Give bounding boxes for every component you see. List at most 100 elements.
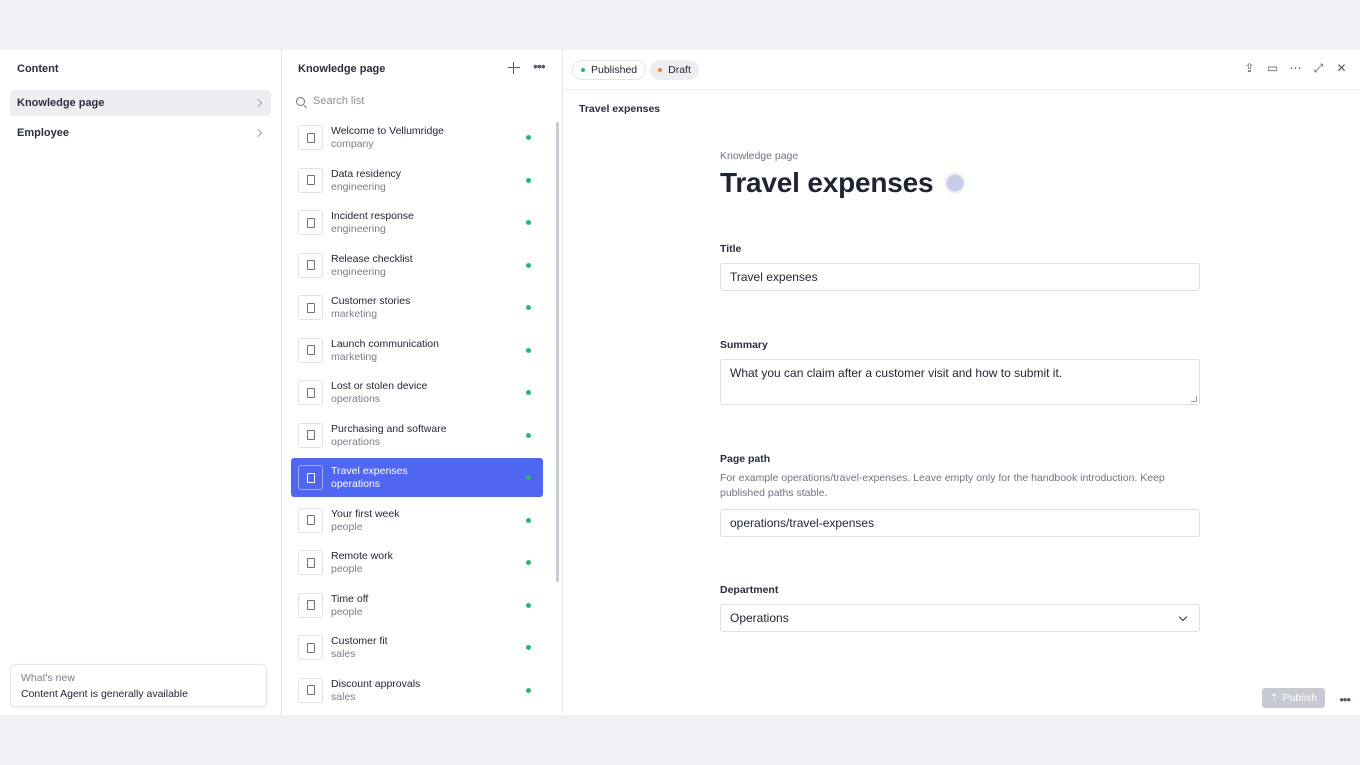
draft-tab[interactable]: Draft xyxy=(650,59,699,80)
document-icon xyxy=(298,465,323,490)
document-icon xyxy=(298,337,323,363)
more-options-icon[interactable]: ⋯ xyxy=(1289,62,1302,75)
app-window: Content Knowledge page Employee What's n… xyxy=(0,50,1360,715)
path-field-group: Page path For example operations/travel-… xyxy=(720,453,1200,537)
resize-handle-icon[interactable] xyxy=(1191,396,1197,402)
close-icon[interactable]: ✕ xyxy=(1335,62,1348,75)
list-item[interactable]: Customer stories marketing xyxy=(291,288,543,327)
draft-label: Draft xyxy=(668,63,691,76)
list-item-department: marketing xyxy=(331,308,378,320)
document-icon xyxy=(298,125,323,150)
add-icon[interactable] xyxy=(507,61,521,75)
page-path-label: Page path xyxy=(720,453,771,465)
list-item[interactable]: Customer fit sales xyxy=(291,628,543,667)
share-icon[interactable]: ⇪ xyxy=(1243,62,1256,75)
search-input[interactable]: Search list xyxy=(313,95,364,107)
published-status-dot xyxy=(526,347,531,353)
nav-title: Content xyxy=(17,63,59,75)
whats-new-text: Content Agent is generally available xyxy=(21,688,188,700)
list-item[interactable]: Discount approvals sales xyxy=(291,671,543,710)
publish-button[interactable]: ⇡ Publish xyxy=(1262,688,1325,708)
summary-field-group: Summary What you can claim after a custo… xyxy=(720,339,1200,405)
published-status-dot xyxy=(526,602,531,608)
presence-cursor-icon xyxy=(947,175,964,191)
list-item-department: engineering xyxy=(331,180,386,193)
publish-arrow-icon: ⇡ xyxy=(1269,692,1279,704)
title-field-group: Title Travel expenses xyxy=(720,243,1200,291)
comment-icon[interactable]: ▭ xyxy=(1266,62,1279,75)
chevron-down-icon xyxy=(1178,612,1188,621)
nav-item-knowledge-page[interactable]: Knowledge page xyxy=(10,90,271,116)
published-tab[interactable]: Published xyxy=(572,59,647,80)
document-editor: Published Draft ⇪ ▭ ⋯ ⤢ ✕ Travel expense… xyxy=(563,50,1360,715)
list-item[interactable]: Release checklist engineering xyxy=(291,246,543,285)
list-item-title: Your first week xyxy=(331,507,400,520)
list-item-title: Incident response xyxy=(331,210,414,222)
department-label: Department xyxy=(720,584,779,596)
breadcrumb: Travel expenses xyxy=(579,103,661,115)
list-item[interactable]: Your first week people xyxy=(291,501,543,540)
nav-item-label: Knowledge page xyxy=(17,97,105,109)
list-item[interactable]: Data residency engineering xyxy=(291,161,543,200)
chevron-right-icon xyxy=(253,98,263,108)
title-label: Title xyxy=(720,243,742,255)
list-item-department: operations xyxy=(331,435,381,448)
department-field-group: Department Operations xyxy=(720,584,1200,632)
list-item[interactable]: Time off people xyxy=(291,586,543,625)
list-item[interactable]: Remote work people xyxy=(291,543,543,582)
list-item-department: operations xyxy=(331,393,381,405)
document-icon xyxy=(298,167,323,193)
list-item[interactable]: Purchasing and software operations xyxy=(291,416,543,455)
summary-textarea[interactable]: What you can claim after a customer visi… xyxy=(720,359,1200,405)
document-icon xyxy=(298,550,323,575)
list-item-selected[interactable]: Travel expenses operations xyxy=(291,458,543,497)
search-icon xyxy=(296,96,305,106)
list-item[interactable]: Incident response engineering xyxy=(291,203,543,242)
chevron-right-icon xyxy=(253,128,263,138)
nav-item-label: Employee xyxy=(17,127,69,139)
department-select[interactable]: Operations xyxy=(720,604,1200,632)
published-status-dot xyxy=(526,177,531,183)
published-status-dot xyxy=(526,687,531,693)
list-item-department: operations xyxy=(331,478,381,490)
draft-dot-icon xyxy=(658,67,663,72)
publish-label: Publish xyxy=(1282,692,1318,704)
list-item[interactable]: Welcome to Vellumridge company xyxy=(291,118,543,157)
list-item-title: Customer fit xyxy=(331,635,388,647)
document-icon xyxy=(298,635,323,660)
list-item-department: marketing xyxy=(331,350,378,363)
published-status-dot xyxy=(526,305,531,310)
expand-icon[interactable]: ⤢ xyxy=(1312,62,1325,75)
list-items: Welcome to Vellumridge company Data resid… xyxy=(291,118,543,713)
list-item[interactable]: Lost or stolen device operations xyxy=(291,373,543,412)
content-nav: Content Knowledge page Employee What's n… xyxy=(0,50,282,715)
published-dot-icon xyxy=(581,67,585,72)
department-value: Operations xyxy=(730,611,789,625)
list-item-department: people xyxy=(331,563,363,575)
page-path-help: For example operations/travel-expenses. … xyxy=(720,472,1165,499)
published-status-dot xyxy=(526,135,531,140)
title-input[interactable]: Travel expenses xyxy=(720,263,1200,291)
list-item-title: Time off xyxy=(331,592,369,605)
list-item-title: Travel expenses xyxy=(331,465,408,477)
list-item-department: sales xyxy=(331,690,356,703)
list-scrollbar[interactable] xyxy=(556,122,559,582)
list-item-title: Discount approvals xyxy=(331,677,421,690)
nav-item-employee[interactable]: Employee xyxy=(10,120,271,146)
whats-new-card[interactable]: What's new Content Agent is generally av… xyxy=(10,664,267,707)
list-search[interactable]: Search list xyxy=(296,90,562,112)
publish-more-icon[interactable]: ••• xyxy=(1339,693,1351,706)
published-status-dot xyxy=(526,390,531,395)
list-item-title: Customer stories xyxy=(331,295,411,307)
whats-new-label: What's new xyxy=(21,672,75,684)
more-options-icon[interactable]: ••• xyxy=(533,59,547,75)
list-item-department: engineering xyxy=(331,223,386,235)
published-label: Published xyxy=(591,63,638,76)
list-title: Knowledge page xyxy=(298,63,386,75)
page-path-input[interactable]: operations/travel-expenses xyxy=(720,509,1200,537)
list-item[interactable]: Launch communication marketing xyxy=(291,331,543,370)
summary-label: Summary xyxy=(720,339,768,351)
published-status-dot xyxy=(526,262,531,268)
document-icon xyxy=(298,252,323,278)
document-icon xyxy=(298,507,323,533)
